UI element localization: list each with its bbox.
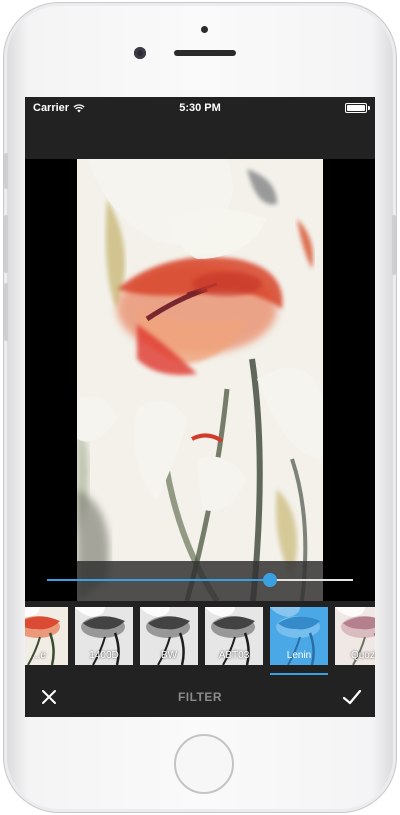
filter-label: BW — [160, 650, 178, 661]
filter-label: Quozi — [350, 650, 375, 661]
power-button — [392, 215, 396, 275]
battery-icon — [345, 103, 370, 113]
watercolor-flower-photo — [77, 159, 323, 601]
app-screen: Carrier 5:30 PM ...e 1400D BW ABT03 Leni… — [25, 97, 375, 717]
volume-up-button — [4, 215, 8, 273]
toolbar-title: FILTER — [177, 690, 223, 704]
filter-thumbnail[interactable]: Lenin — [270, 607, 328, 665]
status-time: 5:30 PM — [179, 102, 221, 114]
proximity-sensor — [201, 26, 208, 33]
earpiece-speaker — [174, 50, 236, 56]
filter-thumbnail[interactable]: Quozi — [335, 607, 375, 665]
intensity-slider-fill — [47, 579, 271, 581]
bottom-toolbar: FILTER — [25, 677, 375, 717]
home-button[interactable] — [174, 734, 234, 794]
filter-thumbnail[interactable]: BW — [140, 607, 198, 665]
status-bar: Carrier 5:30 PM — [25, 97, 375, 119]
filter-thumbnail[interactable]: ...e — [25, 607, 68, 665]
front-camera — [134, 47, 146, 59]
slider-background — [77, 561, 323, 601]
photo-canvas — [25, 159, 375, 601]
top-bar — [25, 119, 375, 159]
filter-thumbnail[interactable]: ABT03 — [205, 607, 263, 665]
filter-label: 1400D — [89, 650, 119, 661]
filter-strip[interactable]: ...e 1400D BW ABT03 Lenin Quozi — [25, 601, 375, 677]
intensity-slider[interactable] — [47, 579, 353, 581]
filter-label: ...e — [32, 650, 46, 661]
filter-label: Lenin — [286, 650, 312, 661]
volume-down-button — [4, 283, 8, 341]
mute-switch — [4, 153, 8, 189]
checkmark-icon[interactable] — [341, 687, 363, 707]
selected-filter-indicator — [270, 673, 328, 675]
filter-thumbnail[interactable]: 1400D — [75, 607, 133, 665]
filter-label: ABT03 — [218, 650, 250, 661]
